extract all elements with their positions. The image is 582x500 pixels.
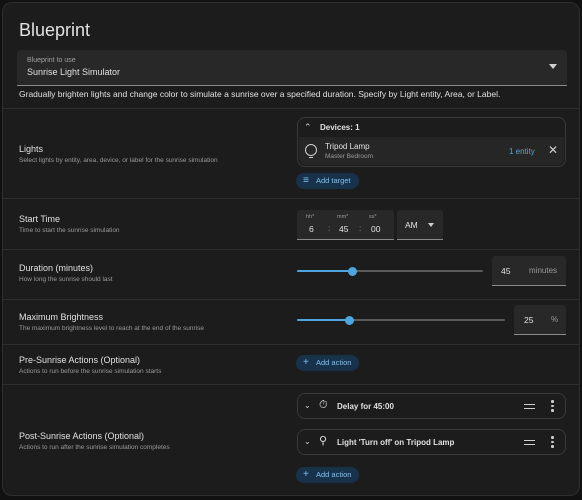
add-target-icon: ≡ (303, 175, 309, 186)
action-label: Light 'Turn off' on Tripod Lamp (337, 438, 455, 447)
duration-slider-thumb[interactable] (348, 266, 358, 276)
divider (3, 384, 579, 385)
minutes-field[interactable]: 45 (339, 224, 348, 234)
start-time-title: Start Time (19, 214, 61, 224)
chevron-down-icon[interactable]: ⌄ (304, 437, 311, 446)
device-area: Master Bedroom (325, 153, 374, 160)
device-item: Tripod Lamp Master Bedroom 1 entity ✕ (299, 137, 564, 165)
duration-unit: minutes (529, 266, 558, 275)
blueprint-select-label: Blueprint to use (27, 57, 76, 64)
divider (3, 249, 579, 250)
plus-icon: + (303, 357, 309, 368)
plus-icon: + (303, 469, 309, 480)
divider (3, 299, 579, 300)
max-brightness-title: Maximum Brightness (19, 312, 104, 322)
post-sunrise-subtitle: Actions to run after the sunrise simulat… (19, 444, 170, 451)
pre-sunrise-subtitle: Actions to run before the sunrise simula… (19, 368, 162, 375)
lightbulb-off-icon: ⚲ (319, 435, 328, 447)
brightness-value: 25 (524, 315, 534, 325)
lamp-icon (305, 144, 317, 158)
action-label: Delay for 45:00 (337, 402, 394, 411)
time-separator: : (359, 224, 362, 233)
add-target-label: Add target (316, 176, 351, 185)
entity-count-link[interactable]: 1 entity (509, 147, 535, 156)
drag-handle-icon[interactable] (524, 404, 535, 409)
hours-label: hh* (306, 214, 315, 220)
brightness-unit: % (551, 315, 559, 324)
page-title: Blueprint (19, 20, 91, 40)
time-input: hh* 6 : mm* 45 : ss* 00 (297, 210, 394, 240)
pre-sunrise-title: Pre-Sunrise Actions (Optional) (19, 355, 141, 365)
add-action-label: Add action (316, 470, 352, 479)
seconds-field[interactable]: 00 (371, 224, 380, 234)
minutes-label: mm* (337, 214, 349, 220)
brightness-slider-fill (297, 319, 349, 321)
blueprint-select-value: Sunrise Light Simulator (27, 67, 121, 77)
seconds-label: ss* (369, 214, 377, 220)
ampm-value: AM (405, 220, 418, 230)
duration-subtitle: How long the sunrise should last (19, 276, 113, 283)
lights-title: Lights (19, 144, 44, 154)
action-item[interactable]: ⌄ ⏱ Delay for 45:00 (297, 393, 566, 419)
add-action-button[interactable]: + Add action (296, 355, 360, 371)
duration-value: 45 (501, 266, 511, 276)
devices-panel: ⌃ Devices: 1 Tripod Lamp Master Bedroom … (297, 117, 566, 167)
hours-field[interactable]: 6 (309, 224, 314, 234)
add-action-button[interactable]: + Add action (296, 467, 360, 483)
start-time-subtitle: Time to start the sunrise simulation (19, 227, 120, 234)
add-target-button[interactable]: ≡ Add target (296, 173, 359, 189)
max-brightness-subtitle: The maximum brightness level to reach at… (19, 325, 204, 332)
chevron-up-icon[interactable]: ⌃ (304, 122, 312, 133)
brightness-slider-thumb[interactable] (344, 315, 354, 325)
blueprint-card: Blueprint Blueprint to use Sunrise Light… (2, 2, 580, 496)
divider (3, 344, 579, 345)
timer-icon: ⏱ (319, 399, 328, 411)
devices-header[interactable]: Devices: 1 (320, 123, 360, 132)
blueprint-description: Gradually brighten lights and change col… (19, 89, 501, 99)
ampm-select[interactable]: AM (397, 210, 443, 240)
post-sunrise-title: Post-Sunrise Actions (Optional) (19, 431, 145, 441)
drag-handle-icon[interactable] (524, 440, 535, 445)
duration-title: Duration (minutes) (19, 263, 94, 273)
brightness-input[interactable]: 25 % (514, 305, 566, 335)
device-name: Tripod Lamp (325, 142, 370, 151)
blueprint-select[interactable]: Blueprint to use Sunrise Light Simulator (17, 50, 567, 86)
divider (3, 108, 579, 109)
chevron-down-icon[interactable]: ⌄ (304, 401, 311, 410)
dropdown-arrow-icon (428, 223, 434, 227)
duration-input[interactable]: 45 minutes (492, 256, 566, 286)
duration-slider-fill (297, 270, 353, 272)
add-action-label: Add action (316, 358, 352, 367)
more-options-icon[interactable] (551, 436, 554, 450)
close-icon[interactable]: ✕ (548, 144, 558, 156)
action-item[interactable]: ⌄ ⚲ Light 'Turn off' on Tripod Lamp (297, 429, 566, 455)
lights-subtitle: Select lights by entity, area, device, o… (19, 157, 218, 164)
divider (3, 198, 579, 199)
more-options-icon[interactable] (551, 400, 554, 414)
dropdown-arrow-icon[interactable] (549, 64, 557, 69)
time-separator: : (328, 224, 331, 233)
